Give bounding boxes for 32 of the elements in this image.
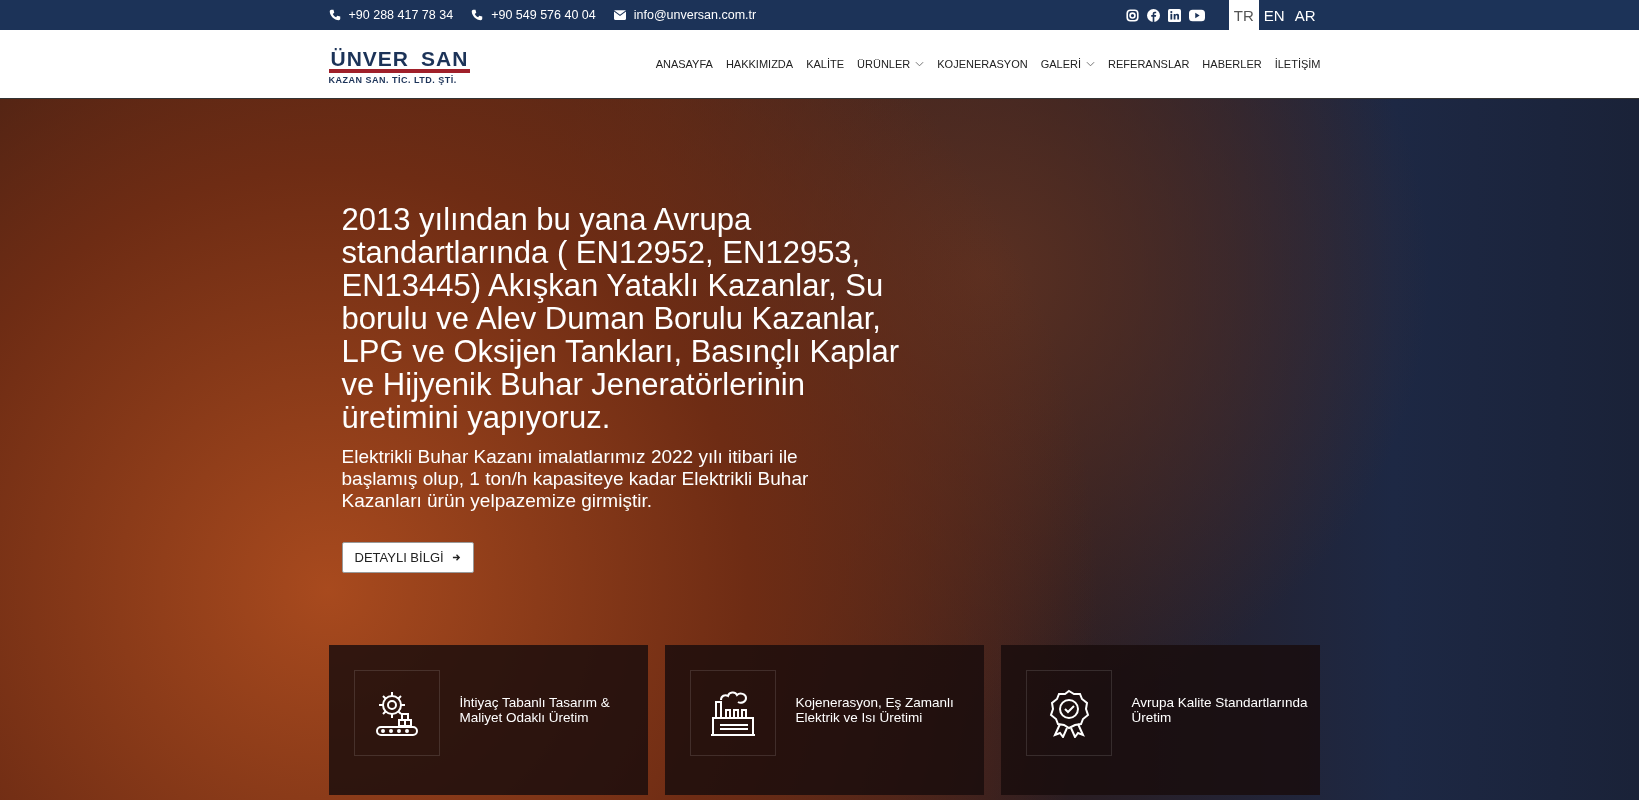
mail-icon: [613, 9, 626, 21]
youtube-icon[interactable]: [1188, 8, 1205, 22]
nav-link[interactable]: ANASAYFA: [655, 58, 713, 70]
nav-link[interactable]: HABERLER: [1202, 58, 1262, 70]
feature-title: İhtiyaç Tabanlı Tasarım & Maliyet Odaklı Üretim: [459, 695, 611, 725]
contact-link[interactable]: +90 288 417 78 34: [348, 8, 454, 22]
language-link[interactable]: AR: [1289, 0, 1321, 30]
facebook-icon[interactable]: [1146, 8, 1160, 22]
contact-link[interactable]: info@unversan.com.tr: [633, 8, 757, 22]
phone-icon: [328, 9, 341, 21]
nav-link[interactable]: REFERANSLAR: [1108, 58, 1190, 70]
nav-link[interactable]: İLETİŞİM: [1274, 58, 1321, 70]
language-link[interactable]: TR: [1228, 0, 1259, 30]
nav-link[interactable]: GALERİ: [1040, 58, 1096, 70]
nav-link[interactable]: ÜRÜNLER: [857, 58, 925, 70]
nav-link[interactable]: KOJENERASYON: [937, 58, 1028, 70]
feature-title: Avrupa Kalite Standartlarında Üretim: [1131, 695, 1309, 725]
arrow-icon: [451, 553, 461, 562]
feature-title: Kojenerasyon, Eş Zamanlı Elektrik ve Isı Üretimi: [795, 695, 955, 725]
nav-link[interactable]: KALİTE: [806, 58, 845, 70]
phone-icon: [471, 9, 484, 21]
caret-icon: [1086, 61, 1096, 67]
linkedin-icon[interactable]: [1167, 8, 1181, 22]
nav-link[interactable]: HAKKIMIZDA: [725, 58, 794, 70]
contact-link[interactable]: +90 549 576 40 04: [491, 8, 596, 22]
language-link[interactable]: EN: [1258, 0, 1290, 30]
company-logo[interactable]: ÜNVER SAN KAZAN SAN. TİC. LTD. ŞTİ.: [328, 43, 471, 85]
hero-heading: 2013 yılından bu yana Avrupa standartlarında ( EN12952, EN12953, EN13445) Akışkan Yataklı Kazanlar, Su borulu ve Alev Duman Borulu Kazanlar, LPG ve Oksijen Tankları, Basınçlı Kaplar ve Hijyenik Buhar Jeneratörlerinin üretimini yapıyoruz.: [341, 203, 901, 434]
details-button[interactable]: DETAYLI BİLGİ: [341, 542, 474, 573]
instagram-icon[interactable]: [1125, 8, 1139, 22]
caret-icon: [915, 61, 925, 67]
hero-text: Elektrikli Buhar Kazanı imalatlarımız 2022 yılı itibari ile başlamış olup, 1 ton/h kapasiteye kadar Elektrikli Buhar Kazanları ürün yelpazemize girmiştir.: [341, 446, 810, 512]
